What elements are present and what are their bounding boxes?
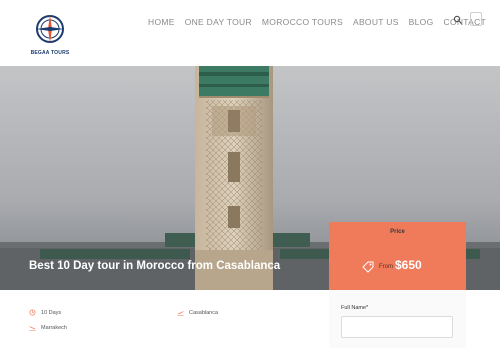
detail-duration: 10 Days: [29, 309, 61, 316]
price-card: Price From $650: [329, 222, 466, 290]
detail-arrival: Marrakech: [29, 324, 67, 331]
compass-logo-icon: [36, 15, 64, 43]
nav-item-blog[interactable]: BLOG: [409, 17, 434, 27]
full-name-input[interactable]: [341, 316, 453, 338]
detail-departure: Casablanca: [177, 309, 218, 316]
plane-departure-icon: [177, 311, 184, 316]
full-name-label: Full Name*: [341, 305, 369, 311]
departure-text: Casablanca: [189, 309, 219, 316]
plane-arrival-icon: [29, 326, 36, 331]
nav-item-about-us[interactable]: ABOUT US: [353, 17, 399, 27]
price-from-label: From: [379, 264, 393, 270]
brand-name: BEGAA TOURS: [30, 50, 70, 56]
nav-item-one-day-tour[interactable]: ONE DAY TOUR: [185, 17, 252, 27]
price-tag-icon: [362, 261, 374, 273]
arrival-text: Marrakech: [41, 324, 67, 331]
search-icon[interactable]: [453, 15, 463, 25]
duration-text: 10 Days: [41, 309, 62, 316]
tour-title: Best 10 Day tour in Morocco from Casabla…: [29, 260, 281, 272]
brand-logo[interactable]: BEGAA TOURS: [28, 12, 72, 60]
menu-toggle-button[interactable]: [470, 12, 482, 26]
price-label: Price: [390, 229, 405, 235]
nav-item-home[interactable]: HOME: [148, 17, 175, 27]
price-value: $650: [395, 258, 422, 272]
site-header: BEGAA TOURS HOME ONE DAY TOUR MOROCCO TO…: [0, 0, 500, 66]
clock-icon: [29, 309, 36, 316]
main-navigation: HOME ONE DAY TOUR MOROCCO TOURS ABOUT US…: [148, 17, 496, 27]
nav-item-morocco-tours[interactable]: MOROCCO TOURS: [262, 17, 343, 27]
